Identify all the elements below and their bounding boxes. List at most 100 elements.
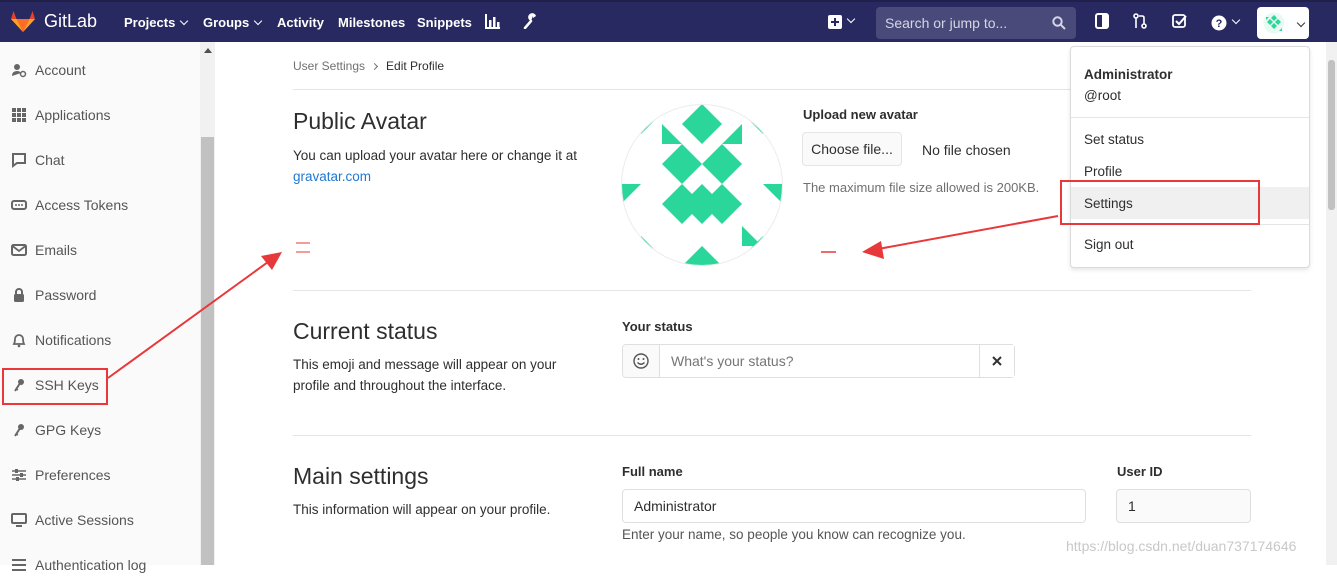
top-navbar: GitLab Projects Groups Activity Mileston…: [0, 0, 1337, 42]
avatar: [621, 104, 783, 266]
status-input-group: [622, 344, 1015, 378]
chevron-right-icon: [370, 62, 379, 70]
chart-icon[interactable]: [485, 13, 501, 29]
sidebar-item-label: Chat: [35, 151, 65, 168]
smiley-icon: [633, 353, 649, 369]
main-settings-desc: This information will appear on your pro…: [293, 502, 551, 517]
full-name-input[interactable]: [622, 489, 1086, 523]
wrench-icon[interactable]: [522, 13, 538, 29]
nav-activity[interactable]: Activity: [277, 15, 324, 30]
max-size-help: The maximum file size allowed is 200KB.: [803, 180, 1040, 195]
menu-item-set-status[interactable]: Set status: [1071, 123, 1309, 155]
watermark: https://blog.csdn.net/duan737174646: [1066, 538, 1297, 554]
chevron-down-icon: [180, 16, 189, 26]
bell-icon: [12, 333, 26, 347]
sidebar-item-label: Applications: [35, 106, 111, 123]
breadcrumb-user-settings[interactable]: User Settings: [293, 59, 365, 73]
lock-icon: [14, 287, 24, 302]
public-avatar-desc-text: You can upload your avatar here or chang…: [293, 148, 577, 163]
current-status-title: Current status: [293, 318, 438, 344]
annotation-box-ssh-keys: [2, 368, 108, 405]
nav-snippets[interactable]: Snippets: [417, 15, 472, 30]
main-settings-title: Main settings: [293, 463, 429, 489]
full-name-label: Full name: [622, 464, 683, 479]
page-scroll-thumb[interactable]: [1328, 60, 1335, 210]
close-icon: [992, 356, 1002, 366]
chevron-down-icon: [1231, 15, 1241, 25]
search-input[interactable]: [876, 7, 1076, 39]
user-avatar-dropdown[interactable]: [1257, 7, 1309, 39]
todos-check-icon[interactable]: [1172, 13, 1188, 29]
sidebar-item-gpg-keys[interactable]: GPG Keys: [0, 407, 200, 452]
divider: [293, 290, 1251, 291]
brand-name: GitLab: [44, 10, 98, 31]
help-icon: ?: [1211, 15, 1227, 31]
sidebar-scroll-thumb[interactable]: [201, 137, 214, 565]
chevron-down-icon: [846, 14, 856, 24]
nav-milestones[interactable]: Milestones: [338, 15, 405, 30]
scroll-up-arrow-icon[interactable]: [204, 48, 212, 53]
plus-square-icon: [828, 15, 842, 29]
clear-status-button[interactable]: [979, 345, 1014, 377]
annotation-box-settings: [1060, 180, 1260, 225]
sidebar-item-preferences[interactable]: Preferences: [0, 452, 200, 497]
sidebar-item-label: Preferences: [35, 466, 111, 483]
applications-icon: [12, 107, 26, 122]
public-avatar-title: Public Avatar: [293, 108, 427, 134]
new-item-dropdown[interactable]: [828, 14, 856, 29]
sidebar-item-label: GPG Keys: [35, 421, 102, 438]
sidebar-item-notifications[interactable]: Notifications: [0, 317, 200, 362]
monitor-icon: [11, 512, 27, 527]
search-box: [876, 7, 1076, 39]
sidebar-item-label: Password: [35, 286, 97, 303]
todo-panel-icon[interactable]: [1095, 13, 1109, 29]
sidebar-item-label: Active Sessions: [35, 511, 134, 528]
user-dropdown-menu: Administrator @root Set status Profile S…: [1070, 46, 1310, 268]
gitlab-logo-icon: [11, 11, 35, 32]
status-message-input[interactable]: [661, 345, 979, 377]
emoji-button[interactable]: [623, 345, 660, 377]
search-icon[interactable]: [1052, 16, 1066, 30]
chat-icon: [12, 152, 26, 168]
chevron-down-icon: [1296, 18, 1306, 28]
divider: [293, 435, 1251, 436]
preferences-icon: [12, 468, 26, 481]
avatar: [1263, 12, 1285, 34]
key-icon: [14, 423, 24, 437]
gravatar-link[interactable]: gravatar.com: [293, 169, 371, 184]
breadcrumb-edit-profile[interactable]: Edit Profile: [386, 59, 444, 73]
email-icon: [11, 243, 27, 256]
full-name-help: Enter your name, so people you know can …: [622, 527, 966, 542]
annotation-arrow-right: [862, 215, 1059, 259]
gitlab-home-link[interactable]: GitLab: [10, 9, 97, 33]
token-icon: [11, 199, 27, 210]
breadcrumb: User Settings Edit Profile: [293, 59, 444, 73]
svg-text:?: ?: [1216, 18, 1223, 30]
user-id-label: User ID: [1117, 464, 1163, 479]
sidebar-item-active-sessions[interactable]: Active Sessions: [0, 497, 200, 542]
sidebar-item-access-tokens[interactable]: Access Tokens: [0, 182, 200, 227]
menu-item-sign-out[interactable]: Sign out: [1071, 228, 1309, 260]
nav-projects[interactable]: Projects: [124, 15, 189, 30]
choose-file-button[interactable]: Choose file...: [802, 132, 902, 166]
nav-groups-label: Groups: [203, 15, 250, 30]
settings-sidebar: Account Applications Chat Access Tokens …: [0, 42, 215, 573]
public-avatar-desc: You can upload your avatar here or chang…: [293, 145, 603, 187]
help-dropdown[interactable]: ?: [1211, 15, 1241, 31]
upload-avatar-label: Upload new avatar: [803, 107, 918, 122]
sidebar-item-chat[interactable]: Chat: [0, 137, 200, 182]
sidebar-item-password[interactable]: Password: [0, 272, 200, 317]
dropdown-user-name: Administrator: [1084, 67, 1173, 82]
sidebar-item-label: Access Tokens: [35, 196, 129, 213]
dropdown-username: @root: [1084, 88, 1121, 103]
divider: [1071, 117, 1309, 118]
sidebar-item-applications[interactable]: Applications: [0, 92, 200, 137]
nav-groups[interactable]: Groups: [203, 15, 263, 30]
account-icon: [12, 63, 27, 77]
merge-request-icon[interactable]: [1133, 13, 1147, 29]
user-id-input[interactable]: [1116, 489, 1251, 523]
chevron-down-icon: [253, 16, 263, 26]
sidebar-item-account[interactable]: Account: [0, 47, 200, 92]
your-status-label: Your status: [622, 319, 693, 334]
sidebar-item-emails[interactable]: Emails: [0, 227, 200, 272]
